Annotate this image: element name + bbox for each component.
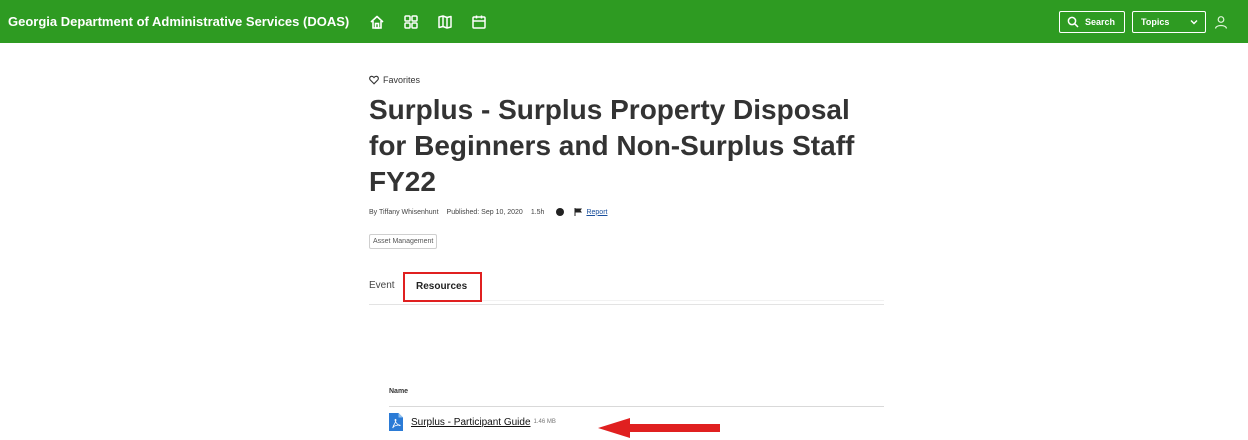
file-download-link[interactable]: Surplus - Participant Guide [411,417,531,428]
search-button[interactable]: Search [1058,10,1125,33]
flag-icon [574,208,583,216]
favorites-toggle[interactable]: Favorites [369,75,420,85]
published-date: Published: Sep 10, 2020 [446,208,523,216]
top-navigation-bar: Georgia Department of Administrative Ser… [0,0,1248,43]
report-link-label: Report [586,208,608,216]
nav-icon-group [369,14,505,30]
chevron-down-icon [1190,19,1198,24]
search-button-label: Search [1084,16,1115,27]
apps-grid-icon[interactable] [403,14,419,30]
status-dot-icon [556,208,565,216]
topic-tag[interactable]: Asset Management [369,234,438,249]
search-icon [1067,16,1079,28]
file-size: 1.46 MB [533,419,556,425]
calendar-icon[interactable] [471,14,487,30]
map-icon[interactable] [437,14,453,30]
duration-text: 1.5h [530,208,545,216]
user-icon[interactable] [1214,15,1228,29]
column-header-name: Name [389,388,884,407]
header-tools: Search Topics [1058,0,1228,43]
page-title: Surplus - Surplus Property Disposal for … [369,94,855,197]
favorites-label: Favorites [383,75,421,85]
event-meta: By Tiffany Whisenhunt Published: Sep 10,… [369,208,623,216]
home-icon[interactable] [369,14,385,30]
pdf-file-icon [389,413,403,431]
tab-event[interactable]: Event [369,280,395,291]
topics-dropdown[interactable]: Topics [1132,10,1206,33]
tab-divider [482,300,884,301]
author-text: By Tiffany Whisenhunt [369,208,439,216]
report-link[interactable]: Report [574,208,615,216]
tab-bar: Event Resources [369,270,884,305]
tab-resources[interactable]: Resources [403,272,482,302]
site-title[interactable]: Georgia Department of Administrative Ser… [8,14,349,29]
heart-icon [369,75,379,85]
annotation-arrow-icon [598,418,720,438]
topics-dropdown-label: Topics [1141,16,1170,27]
